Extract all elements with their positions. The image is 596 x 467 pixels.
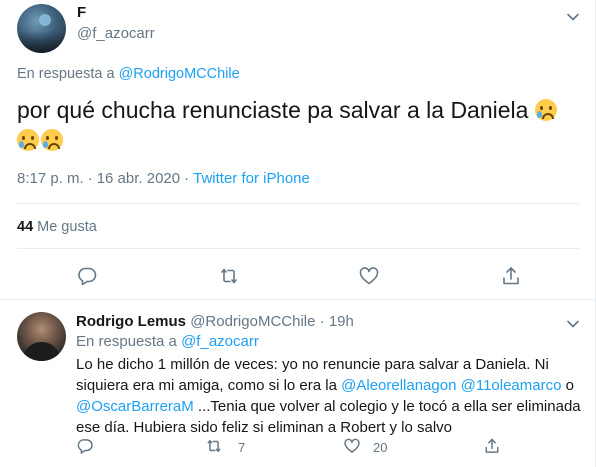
user-handle[interactable]: @RodrigoMCChile xyxy=(190,313,315,330)
likes-label: Me gusta xyxy=(37,219,97,235)
chevron-down-icon[interactable] xyxy=(566,10,580,24)
avatar[interactable] xyxy=(17,312,66,361)
chevron-down-icon[interactable] xyxy=(566,317,580,331)
divider xyxy=(17,248,579,249)
meta-separator: · xyxy=(87,170,93,187)
meta-separator: · xyxy=(319,313,325,330)
tweet-thread: F @f_azocarr En respuesta a @RodrigoMCCh… xyxy=(0,0,596,467)
mention-link[interactable]: @11oleamarco xyxy=(461,377,562,394)
reply-to-mention[interactable]: @RodrigoMCChile xyxy=(119,66,240,82)
reply-prefix: En respuesta a xyxy=(17,66,115,82)
reply-prefix: En respuesta a xyxy=(76,333,177,350)
display-name[interactable]: F xyxy=(77,4,86,21)
avatar[interactable] xyxy=(17,4,66,53)
retweet-icon[interactable] xyxy=(205,437,223,455)
retweet-count: 7 xyxy=(238,440,246,455)
reply-context: En respuesta a @RodrigoMCChile xyxy=(17,66,240,82)
crying-face-icon xyxy=(17,129,39,151)
share-icon[interactable] xyxy=(500,265,522,287)
reply-to-mention[interactable]: @f_azocarr xyxy=(181,333,259,350)
reply-body-or: o xyxy=(565,377,574,394)
reply-icon[interactable] xyxy=(76,437,94,455)
heart-icon[interactable] xyxy=(358,265,380,287)
heart-icon[interactable] xyxy=(343,437,361,455)
tweet-source[interactable]: Twitter for iPhone xyxy=(193,170,310,187)
mention-link[interactable]: @Aleorellanagon xyxy=(341,377,456,394)
reply-context: En respuesta a @f_azocarr xyxy=(76,333,259,350)
likes-count: 44 xyxy=(17,219,34,235)
share-icon[interactable] xyxy=(483,437,501,455)
divider xyxy=(0,299,596,300)
display-name[interactable]: Rodrigo Lemus xyxy=(76,313,186,330)
divider xyxy=(17,203,579,204)
tweet-time[interactable]: 8:17 p. m. xyxy=(17,170,84,187)
retweet-icon[interactable] xyxy=(218,265,240,287)
meta-separator: · xyxy=(184,170,190,187)
crying-face-icon xyxy=(534,99,557,121)
user-handle[interactable]: @f_azocarr xyxy=(77,25,155,42)
tweet-text: Lo he dicho 1 millón de veces: yo no ren… xyxy=(76,354,581,438)
tweet-meta: 8:17 p. m. · 16 abr. 2020 · Twitter for iPho… xyxy=(17,170,310,187)
likes-summary[interactable]: 44 Me gusta xyxy=(17,219,97,235)
crying-face-icon xyxy=(41,129,63,151)
mention-link[interactable]: @OscarBarreraM xyxy=(76,398,194,415)
like-count: 20 xyxy=(373,440,388,455)
tweet-text: por qué chucha renunciaste pa salvar a l… xyxy=(17,95,582,155)
tweet-date[interactable]: 16 abr. 2020 xyxy=(97,170,180,187)
reply-icon[interactable] xyxy=(76,265,98,287)
reply-header: Rodrigo Lemus @RodrigoMCChile · 19h xyxy=(76,313,354,330)
tweet-body: por qué chucha renunciaste pa salvar a l… xyxy=(17,97,529,123)
tweet-age[interactable]: 19h xyxy=(329,313,354,330)
